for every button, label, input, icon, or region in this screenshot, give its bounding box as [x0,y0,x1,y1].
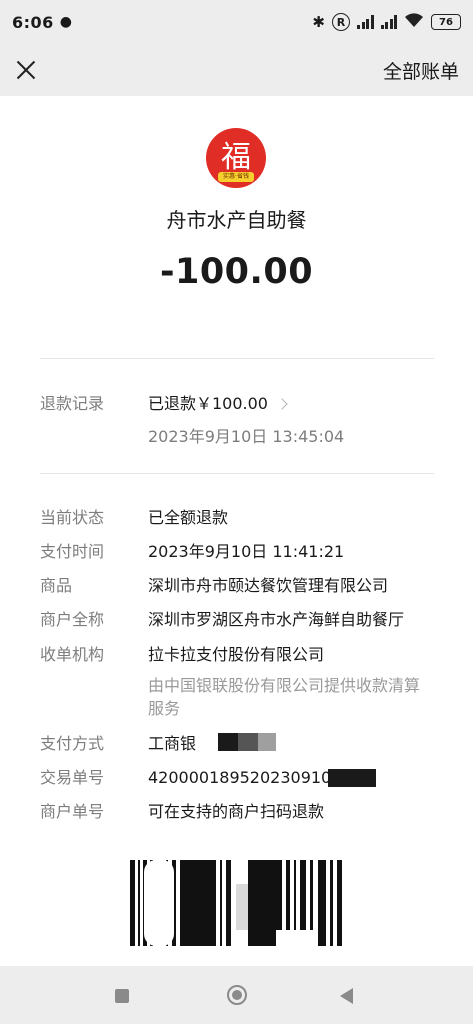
chevron-right-icon [276,398,288,410]
pay-time-row: 支付时间 2023年9月10日 11:41:21 [40,541,440,563]
merchant-full-name-label: 商户全称 [40,610,105,629]
current-status-row: 当前状态 已全额退款 [40,507,440,529]
redaction-block [276,930,316,946]
merchant-no-value: 可在支持的商户扫码退款 [148,802,325,821]
transaction-no-row: 交易单号 420000189520230910 [40,767,440,789]
status-bar: 6:06 ● ✱ R 76 [0,0,473,44]
merchant-full-name-value: 深圳市罗湖区舟市水产海鲜自助餐厅 [148,610,405,629]
merchant-name: 舟市水产自助餐 [166,208,307,232]
acquirer-value: 拉卡拉支付股份有限公司 [148,645,325,664]
redaction-block [236,884,248,930]
home-icon[interactable] [227,985,247,1005]
goods-label: 商品 [40,576,73,595]
transaction-no-label: 交易单号 [40,768,105,787]
redaction-block [144,860,174,946]
signal-icon [357,15,374,29]
goods-row: 商品 深圳市舟市颐达餐饮管理有限公司 [40,575,440,597]
refund-status[interactable]: 已退款￥100.00 [148,393,288,415]
battery-icon: 76 [431,14,461,30]
bill-amount: -100.00 [159,252,314,292]
status-icons: ✱ R 76 [312,12,461,32]
pay-time-value: 2023年9月10日 11:41:21 [148,542,345,561]
refund-status-text: 已退款￥100.00 [148,394,268,413]
system-navigation-bar [0,966,473,1024]
pay-method-label: 支付方式 [40,734,105,753]
bill-detail-card: 福 实惠·省钱 舟市水产自助餐 -100.00 退款记录 已退款￥100.00 … [0,96,473,966]
top-nav-bar: 全部账单 [0,44,473,96]
transaction-no-value: 420000189520230910 [148,768,332,787]
acquirer-label: 收单机构 [40,645,105,664]
redaction-block [218,733,238,751]
registered-icon: R [332,13,350,31]
merchant-no-row: 商户单号 可在支持的商户扫码退款 [40,801,440,823]
logo-tag: 实惠·省钱 [218,172,254,182]
recent-apps-icon[interactable] [115,989,129,1003]
back-icon[interactable] [340,988,353,1004]
current-status-label: 当前状态 [40,508,105,527]
current-status-value: 已全额退款 [148,508,229,527]
status-time: 6:06 [12,12,54,32]
merchant-no-label: 商户单号 [40,802,105,821]
pay-method-value: 工商银 [148,734,197,753]
goods-value: 深圳市舟市颐达餐饮管理有限公司 [148,576,389,595]
close-icon[interactable] [14,58,38,82]
all-bills-button[interactable]: 全部账单 [383,57,459,84]
refund-record-label: 退款记录 [40,394,105,413]
redaction-block [238,733,258,751]
wifi-icon [404,12,424,32]
notification-icon: ● [59,14,73,30]
divider [40,473,434,474]
merchant-full-name-row: 商户全称 深圳市罗湖区舟市水产海鲜自助餐厅 [40,609,440,631]
refund-record-row[interactable]: 退款记录 已退款￥100.00 [40,393,440,415]
merchant-barcode[interactable] [130,860,344,946]
logo-glyph: 福 [221,140,251,175]
acquirer-row: 收单机构 拉卡拉支付股份有限公司 [40,644,440,666]
bluetooth-icon: ✱ [312,13,325,31]
redaction-block [328,769,376,787]
merchant-logo: 福 实惠·省钱 [206,128,266,188]
divider [40,358,434,359]
signal-icon [380,15,397,29]
redaction-block [258,733,276,751]
refund-time: 2023年9月10日 13:45:04 [148,427,345,446]
acquirer-note: 由中国银联股份有限公司提供收款清算服务 [148,676,421,718]
pay-time-label: 支付时间 [40,542,105,561]
